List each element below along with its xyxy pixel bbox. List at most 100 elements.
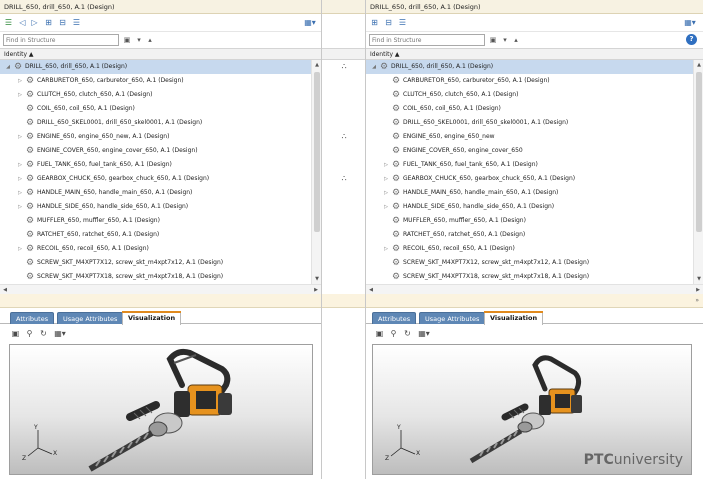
horizontal-scrollbar[interactable]: ◀ ▶ [0,284,321,294]
tree-row[interactable]: ▷ ⚙ HANDLE_MAIN_650, handle_main_650, A.1 … [366,186,693,200]
identity-column-header[interactable]: Identity ▲ [0,48,321,60]
tree-row[interactable]: ⚙ RATCHET_650, ratchet_650, A.1 (Design) [0,228,311,242]
zoom-icon[interactable]: ⚲ [388,328,399,339]
binoculars-icon[interactable]: ▣ [122,34,132,46]
zoom-fit-icon[interactable]: ▣ [10,328,21,339]
find-prev-icon[interactable]: ▴ [511,34,521,46]
tree-row[interactable]: ▷ ⚙ FUEL_TANK_650, fuel_tank_650, A.1 (Des… [366,158,693,172]
view-options-icon[interactable]: ▦▾ [416,328,432,339]
tab-attributes[interactable]: Attributes [10,312,55,324]
tree-expander-icon[interactable]: ▷ [16,74,24,88]
tree-row[interactable]: ⚙ CLUTCH_650, clutch_650, A.1 (Design) [366,88,693,102]
pane-divider[interactable]: » [366,294,703,308]
find-in-structure-input[interactable] [3,34,119,46]
tree-row[interactable]: ⚙ COIL_650, coil_650, A.1 (Design) [0,102,311,116]
tree-row[interactable]: ⚙ COIL_650, coil_650, A.1 (Design) [366,102,693,116]
tree-row[interactable]: ◢ ⚙ DRILL_650, drill_650, A.1 (Design) [0,60,311,74]
scroll-thumb[interactable] [696,72,702,232]
tree-expander-icon[interactable]: ▷ [16,88,24,102]
help-icon[interactable]: ? [686,34,697,45]
tree-row[interactable]: ▷ ⚙ GEARBOX_CHUCK_650, gearbox_chuck_650, … [0,172,311,186]
tree-row[interactable]: ⚙ SCREW_SKT_M4XPT7X18, screw_skt_m4xpt7x1… [366,270,693,284]
tree-expander-icon[interactable]: ▷ [16,172,24,186]
scroll-thumb[interactable] [314,72,320,232]
tree-row[interactable]: ▷ ⚙ RECOIL_650, recoil_650, A.1 (Design) [366,242,693,256]
3d-viewport[interactable]: Y X Z PTCuniversity [372,344,692,475]
tree-expander-icon[interactable]: ▷ [16,130,24,144]
tree-row[interactable]: ⚙ DRILL_650_SKEL0001, drill_650_skel0001,… [366,116,693,130]
tree-expander-icon[interactable]: ▷ [16,242,24,256]
tab-usage-attributes[interactable]: Usage Attributes [419,312,486,324]
tree-expander-icon[interactable]: ▷ [382,186,390,200]
scroll-down-icon[interactable]: ▼ [694,274,703,284]
find-next-icon[interactable]: ▾ [500,34,510,46]
difference-marker[interactable]: ∴ [338,61,350,73]
scroll-up-icon[interactable]: ▲ [694,60,703,70]
tree-expander-icon[interactable]: ▷ [16,200,24,214]
vertical-scrollbar[interactable]: ▲ ▼ [311,60,321,284]
tree-expander-icon[interactable]: ▷ [16,158,24,172]
tree-row[interactable]: ⚙ ENGINE_COVER_650, engine_cover_650, A.1… [0,144,311,158]
tree-row[interactable]: ▷ ⚙ CARBURETOR_650, carburetor_650, A.1 (D… [0,74,311,88]
spin-icon[interactable]: ↻ [38,328,49,339]
tree-expander-icon[interactable]: ▷ [382,200,390,214]
layout-menu-icon[interactable]: ▦▾ [302,17,318,28]
collapse-down-icon[interactable]: » [695,297,699,304]
tree-row[interactable]: ⚙ CARBURETOR_650, carburetor_650, A.1 (De… [366,74,693,88]
vertical-scrollbar[interactable]: ▲ ▼ [693,60,703,284]
tree-collapse-icon[interactable]: ⊟ [383,17,394,28]
layout-menu-icon[interactable]: ▦▾ [682,17,698,28]
filter-icon[interactable]: ☰ [397,17,408,28]
tree-row[interactable]: ▷ ⚙ HANDLE_MAIN_650, handle_main_650, A.1 … [0,186,311,200]
tree-row[interactable]: ⚙ RATCHET_650, ratchet_650, A.1 (Design) [366,228,693,242]
tree-collapse-icon[interactable]: ⊟ [57,17,68,28]
tab-visualization[interactable]: Visualization [122,311,182,325]
tree-row[interactable]: ▷ ⚙ ENGINE_650, engine_650_new, A.1 (Desig… [0,130,311,144]
tree-row[interactable]: ▷ ⚙ FUEL_TANK_650, fuel_tank_650, A.1 (Des… [0,158,311,172]
find-in-structure-input[interactable] [369,34,485,46]
scroll-up-icon[interactable]: ▲ [312,60,321,70]
zoom-fit-icon[interactable]: ▣ [374,328,385,339]
tree-row[interactable]: ⚙ SCREW_SKT_M4XPT7X12, screw_skt_m4xpt7x1… [0,256,311,270]
prev-icon[interactable]: ◁ [17,17,28,28]
tree-row[interactable]: ▷ ⚙ HANDLE_SIDE_650, handle_side_650, A.1 … [366,200,693,214]
difference-marker[interactable]: ∴ [338,131,350,143]
spin-icon[interactable]: ↻ [402,328,413,339]
identity-column-header[interactable]: Identity ▲ [366,48,703,60]
pane-divider[interactable] [0,294,321,308]
tree-row[interactable]: ⚙ ENGINE_650, engine_650_new [366,130,693,144]
tree-row[interactable]: ⚙ MUFFLER_650, muffler_650, A.1 (Design) [0,214,311,228]
next-icon[interactable]: ▷ [29,17,40,28]
drill-model[interactable] [70,347,270,472]
drill-model[interactable] [453,349,603,469]
tree-row[interactable]: ⚙ MUFFLER_650, muffler_650, A.1 (Design) [366,214,693,228]
tree-expander-icon[interactable]: ◢ [4,60,12,74]
tree-expand-icon[interactable]: ⊞ [43,17,54,28]
tree-row[interactable]: ▷ ⚙ GEARBOX_CHUCK_650, gearbox_chuck_650, … [366,172,693,186]
find-next-icon[interactable]: ▾ [134,34,144,46]
tree-expander-icon[interactable]: ▷ [382,242,390,256]
tree-row[interactable]: ⚙ SCREW_SKT_M4XPT7X12, screw_skt_m4xpt7x1… [366,256,693,270]
3d-viewport[interactable]: Y X Z [9,344,313,475]
tree-expander-icon[interactable]: ▷ [382,172,390,186]
tab-usage-attributes[interactable]: Usage Attributes [57,312,124,324]
tree-expander-icon[interactable]: ◢ [370,60,378,74]
horizontal-scrollbar[interactable]: ◀ ▶ [366,284,703,294]
tree-expand-icon[interactable]: ⊞ [369,17,380,28]
tree-row[interactable]: ⚙ DRILL_650_SKEL0001, drill_650_skel0001,… [0,116,311,130]
binoculars-icon[interactable]: ▣ [488,34,498,46]
tree-expander-icon[interactable]: ▷ [382,158,390,172]
view-options-icon[interactable]: ▦▾ [52,328,68,339]
compare-icon[interactable]: ☰ [3,17,14,28]
tree-row[interactable]: ▷ ⚙ RECOIL_650, recoil_650, A.1 (Design) [0,242,311,256]
tree-row[interactable]: ⚙ SCREW_SKT_M4XPT7X18, screw_skt_m4xpt7x1… [0,270,311,284]
tab-visualization[interactable]: Visualization [484,311,544,325]
difference-marker[interactable]: ∴ [338,173,350,185]
filter-icon[interactable]: ☰ [71,17,82,28]
zoom-icon[interactable]: ⚲ [24,328,35,339]
tab-attributes[interactable]: Attributes [372,312,417,324]
scroll-down-icon[interactable]: ▼ [312,274,321,284]
tree-row[interactable]: ⚙ ENGINE_COVER_650, engine_cover_650 [366,144,693,158]
tree-row[interactable]: ▷ ⚙ CLUTCH_650, clutch_650, A.1 (Design) [0,88,311,102]
find-prev-icon[interactable]: ▴ [145,34,155,46]
